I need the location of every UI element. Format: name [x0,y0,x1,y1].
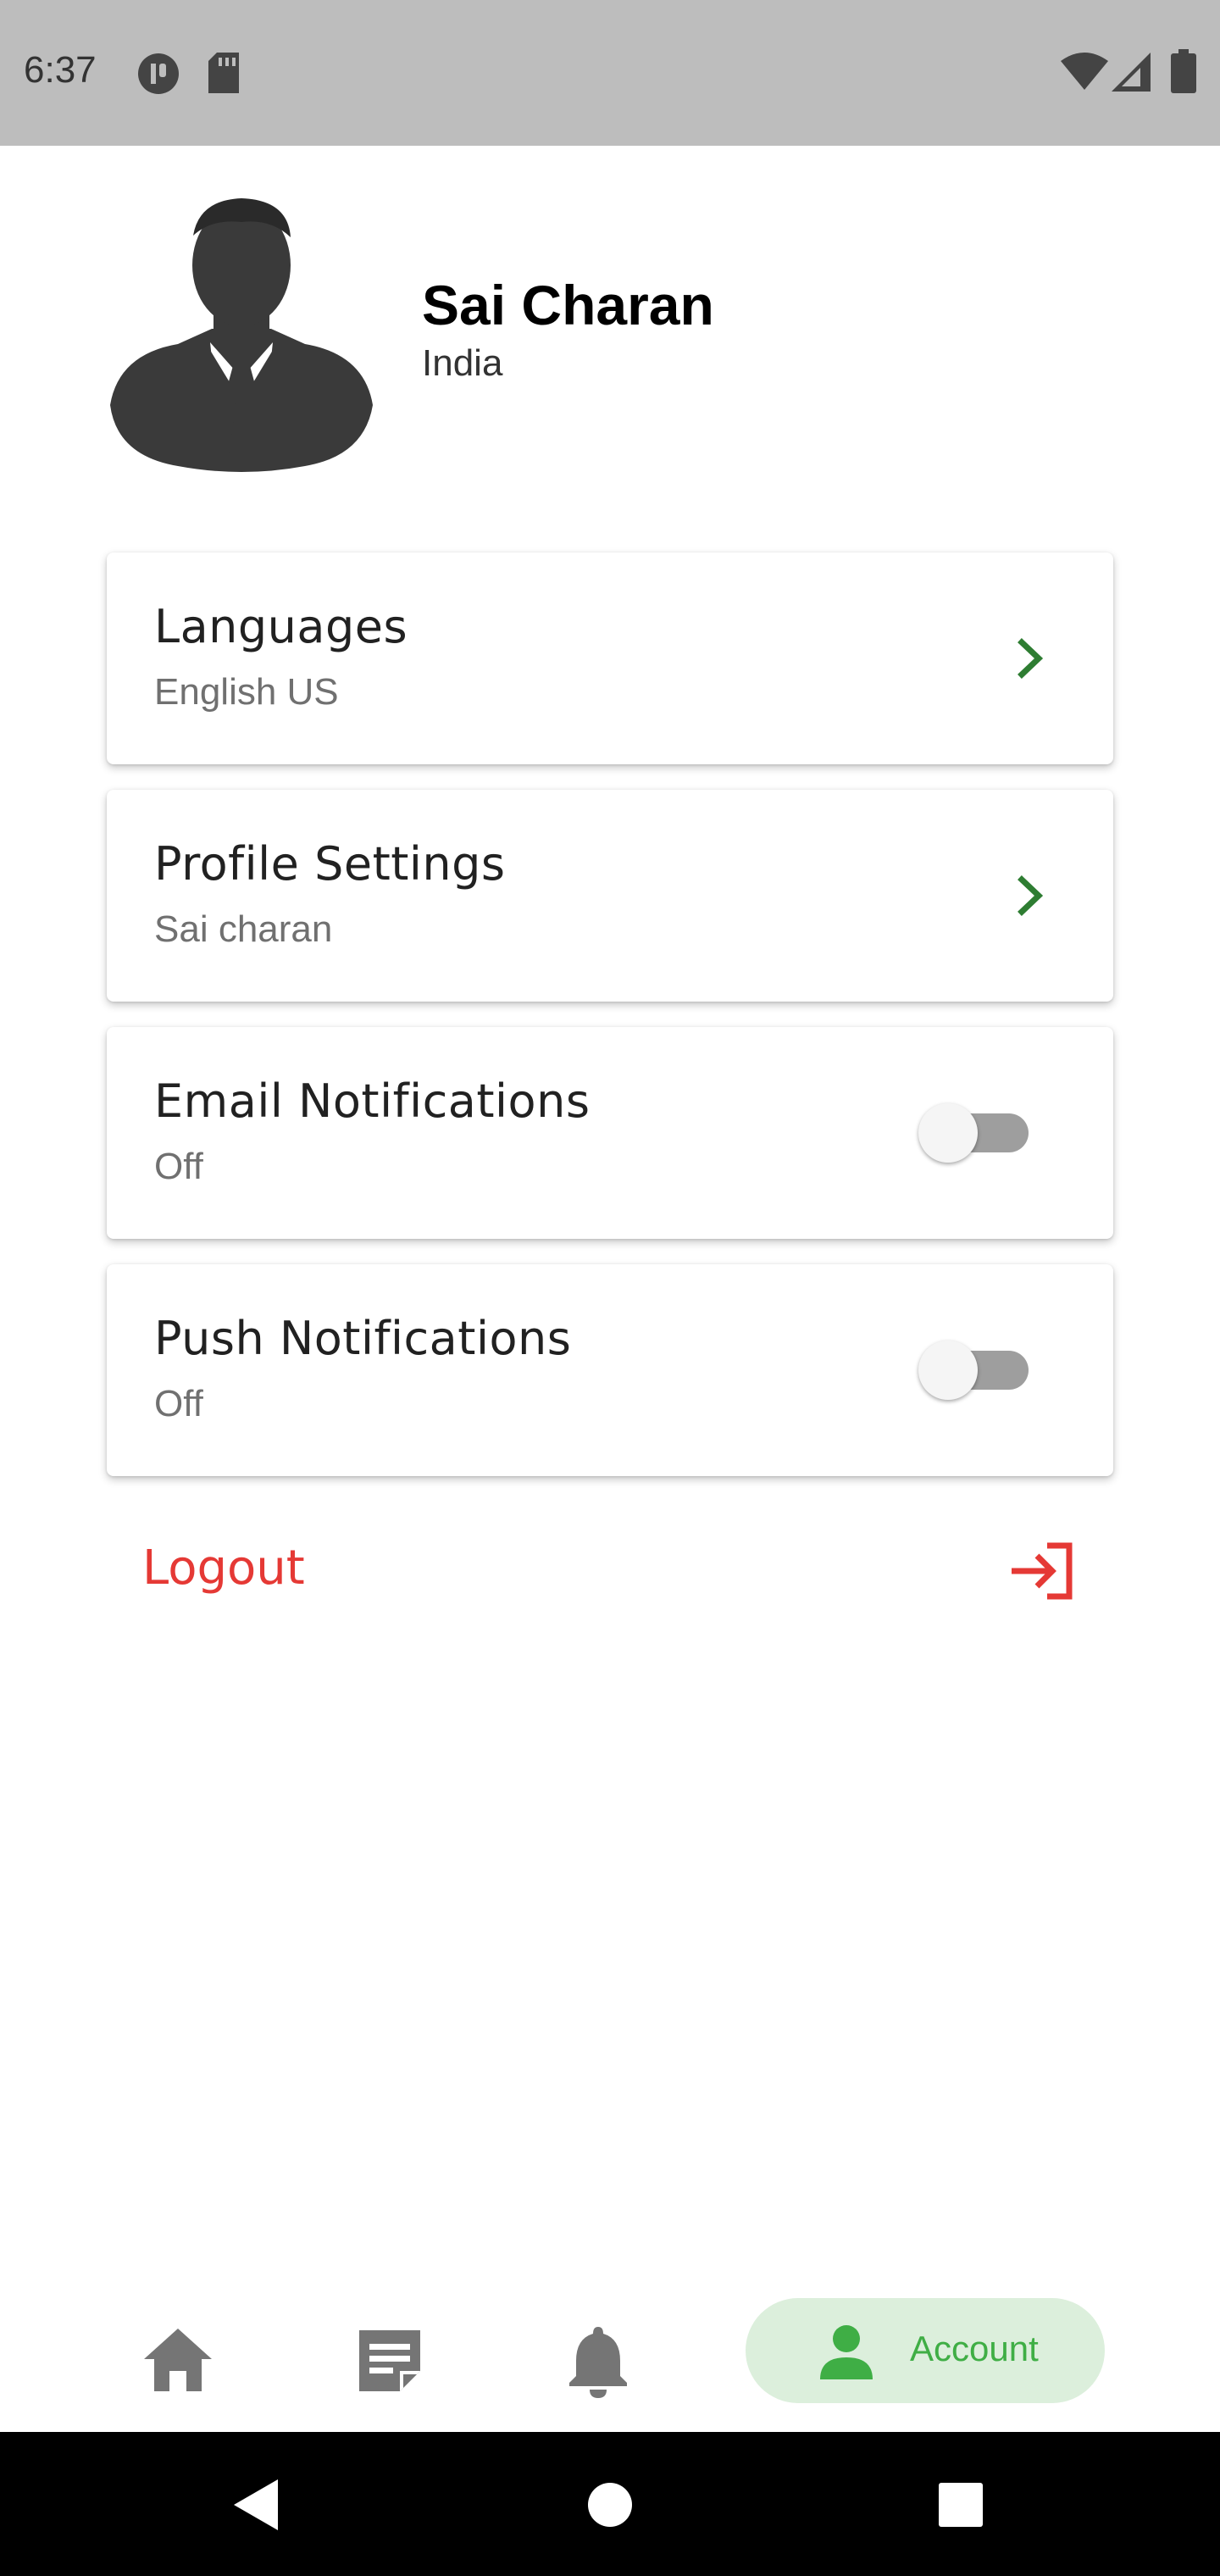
profile-name: Sai Charan [422,274,714,336]
push-notifications-toggle[interactable] [918,1341,1029,1400]
person-icon [820,2325,873,2379]
languages-card[interactable]: Languages English US [107,552,1113,764]
bottom-nav: Account [0,2288,1220,2432]
system-nav-bar [0,2432,1220,2576]
push-notifications-card: Push Notifications Off [107,1264,1113,1476]
back-icon[interactable] [230,2478,281,2532]
card-subtitle: English US [154,671,339,713]
nav-account[interactable]: Account [746,2298,1105,2403]
logout-button[interactable]: Logout [142,1541,305,1596]
chevron-right-icon [1018,875,1044,916]
email-notifications-card: Email Notifications Off [107,1027,1113,1239]
card-title: Languages [154,600,408,653]
toggle-thumb [918,1341,978,1400]
wifi-icon [1061,53,1108,90]
person-silhouette-icon [110,198,373,472]
media-pause-icon [138,53,179,94]
notes-icon[interactable] [347,2318,432,2403]
card-title: Email Notifications [154,1074,591,1128]
toggle-thumb [918,1103,978,1163]
status-time: 6:37 [24,49,97,91]
logout-icon[interactable] [1008,1541,1076,1602]
profile-country: India [422,342,503,384]
status-bar: 6:37 [0,0,1220,146]
recents-icon[interactable] [937,2481,984,2529]
chevron-right-icon [1018,638,1044,679]
profile-settings-card[interactable]: Profile Settings Sai charan [107,790,1113,1002]
bell-icon[interactable] [556,2318,640,2403]
signal-icon [1112,53,1151,92]
nav-account-label: Account [910,2329,1039,2368]
card-subtitle: Sai charan [154,908,333,950]
sd-card-icon [208,53,239,93]
email-notifications-toggle[interactable] [918,1103,1029,1163]
card-subtitle: Off [154,1146,203,1187]
battery-icon [1171,49,1196,93]
home-icon[interactable] [136,2318,220,2403]
card-title: Profile Settings [154,837,506,891]
card-subtitle: Off [154,1383,203,1424]
home-circle-icon[interactable] [586,2481,634,2529]
card-title: Push Notifications [154,1312,572,1365]
